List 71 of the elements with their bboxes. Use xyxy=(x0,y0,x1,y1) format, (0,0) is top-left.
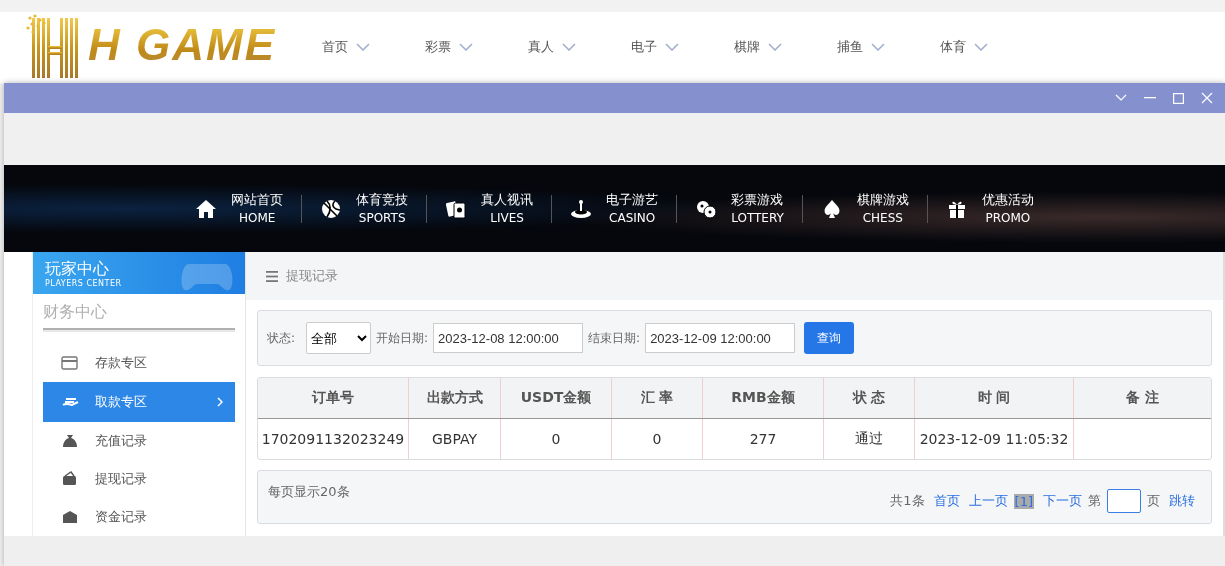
sidebar-item[interactable]: 充值记录 xyxy=(43,422,235,460)
column-header: 备 注 xyxy=(1125,388,1160,407)
start-date-field[interactable]: 2023-12-08 12:00:00 xyxy=(433,323,584,353)
chevron-down-icon xyxy=(665,43,679,51)
column-header: 时 间 xyxy=(915,378,1074,418)
table-cell: 2023-12-09 11:05:32 xyxy=(915,419,1074,459)
category-link[interactable]: 电子游艺 CASINO xyxy=(552,189,677,228)
field-label: 开始日期: xyxy=(376,329,429,347)
category-link[interactable]: 优惠活动 PROMO xyxy=(927,189,1052,228)
nav-link[interactable]: 体育 xyxy=(940,38,1043,56)
minimize-icon[interactable] xyxy=(1144,97,1156,99)
maximize-icon[interactable] xyxy=(1173,92,1184,104)
box-icon xyxy=(61,509,79,525)
chevron-down-icon xyxy=(974,43,988,51)
panel-title: 玩家中心 xyxy=(45,258,109,279)
table-cell: 通过 xyxy=(824,419,915,459)
table-cell: 0 xyxy=(612,419,703,459)
chevron-down-icon[interactable] xyxy=(1115,94,1127,102)
category-link[interactable]: 网站首页 HOME xyxy=(177,189,302,228)
column-header: RMB金额 xyxy=(703,378,824,418)
table-cell: 277 xyxy=(703,419,824,459)
nav-link[interactable]: 彩票 xyxy=(425,38,528,56)
column-header: 汇 率 xyxy=(612,378,703,418)
page-prefix: 第 xyxy=(1088,492,1101,510)
page-suffix: 页 xyxy=(1147,492,1160,510)
query-button[interactable]: 查询 xyxy=(804,322,855,354)
nav-link[interactable]: 棋牌 xyxy=(734,38,837,56)
panel-subtitle: PLAYERS CENTER xyxy=(45,278,122,288)
total-count: 共1条 xyxy=(890,492,925,510)
sidebar-item[interactable]: 资金记录 xyxy=(43,498,235,536)
page-size-text: 每页显示20条 xyxy=(268,483,350,501)
sidebar-item[interactable]: 存款专区 xyxy=(43,344,235,382)
chevron-down-icon xyxy=(768,43,782,51)
chevron-down-icon xyxy=(562,43,576,51)
nav-link[interactable]: 首页 xyxy=(322,38,425,56)
sidebar-item[interactable]: 取款专区 xyxy=(43,382,235,422)
chevron-down-icon xyxy=(356,43,370,51)
page-input[interactable] xyxy=(1107,489,1141,513)
wallet-icon xyxy=(61,471,79,487)
menu-icon xyxy=(266,270,278,282)
page-title: 提现记录 xyxy=(286,267,338,285)
category-link[interactable]: 彩票游戏 LOTTERY xyxy=(677,189,802,228)
table-cell: 0 xyxy=(501,419,612,459)
jump-link[interactable]: 跳转 xyxy=(1169,492,1195,510)
chevron-right-icon xyxy=(217,397,223,407)
field-label: 结束日期: xyxy=(588,329,641,347)
column-header: 状 态 xyxy=(824,378,915,418)
end-date-field[interactable]: 2023-12-09 12:00:00 xyxy=(645,323,796,353)
table-cell: GBPAY xyxy=(409,419,501,459)
category-link[interactable]: 体育竞技 SPORTS xyxy=(302,189,427,228)
category-link[interactable]: 棋牌游戏 CHESS xyxy=(802,189,927,228)
close-icon[interactable] xyxy=(1201,92,1213,104)
next-page-link[interactable]: 下一页 xyxy=(1043,492,1082,510)
ball-icon xyxy=(320,197,343,220)
first-page-link[interactable]: 首页 xyxy=(933,492,960,510)
chevron-down-icon xyxy=(871,43,885,51)
nav-link[interactable]: 真人 xyxy=(528,38,631,56)
status-select[interactable]: 全部 xyxy=(306,322,372,354)
home-icon xyxy=(195,197,218,220)
field-label: 状态: xyxy=(267,329,296,347)
sidebar-item[interactable]: 提现记录 xyxy=(43,460,235,498)
category-link[interactable]: 真人视讯 LIVES xyxy=(427,189,552,228)
nav-link[interactable]: 电子 xyxy=(631,38,734,56)
table-cell: 1702091132023249 xyxy=(258,419,409,459)
column-header: USDT金额 xyxy=(501,378,612,418)
nav-link[interactable]: 捕鱼 xyxy=(837,38,940,56)
card-icon xyxy=(61,355,79,371)
column-header: 出款方式 xyxy=(409,378,501,418)
chevron-down-icon xyxy=(459,43,473,51)
column-header: 订单号 xyxy=(258,378,409,418)
prev-page-link[interactable]: 上一页 xyxy=(968,492,1008,510)
